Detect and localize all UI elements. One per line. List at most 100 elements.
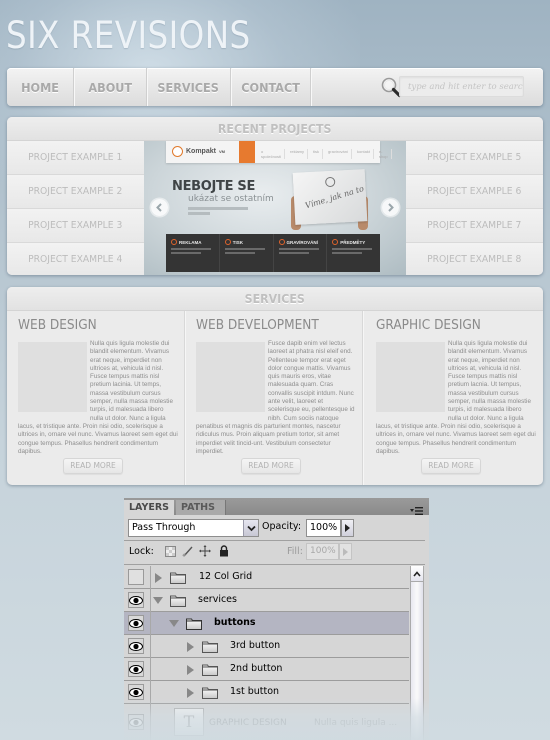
layer-row[interactable]: 2nd button	[124, 658, 409, 681]
nav-services[interactable]: SERVICES	[147, 68, 231, 106]
project-link[interactable]: PROJECT EXAMPLE 2	[7, 175, 144, 209]
column-divider	[150, 589, 151, 612]
lock-all-icon[interactable]	[218, 545, 230, 557]
triangle-right-icon	[345, 524, 350, 532]
service-description: Fusce dapib enim vel lectus laoreet at p…	[196, 340, 355, 455]
lock-move-icon[interactable]	[199, 545, 211, 557]
lock-paint-icon[interactable]	[182, 545, 194, 557]
read-more-button[interactable]: READ MORE	[63, 458, 123, 474]
column-divider	[150, 681, 151, 704]
project-link[interactable]: PROJECT EXAMPLE 5	[406, 141, 543, 175]
slide-feature: GRAVÍROVÁNÍ	[274, 234, 328, 272]
feature-icon	[171, 239, 177, 245]
layer-row-selected[interactable]: buttons	[124, 612, 409, 635]
column-divider	[150, 658, 151, 681]
project-link[interactable]: PROJECT EXAMPLE 1	[7, 141, 144, 175]
eye-icon[interactable]	[128, 661, 144, 677]
divider	[124, 540, 425, 541]
slider-next-button[interactable]	[382, 199, 399, 216]
layer-name: 2nd button	[230, 663, 283, 674]
layer-row[interactable]: T GRAPHIC DESIGN Nulla quis ligula ...	[124, 704, 409, 740]
project-list-left: PROJECT EXAMPLE 1 PROJECT EXAMPLE 2 PROJ…	[7, 141, 144, 275]
project-link[interactable]: PROJECT EXAMPLE 6	[406, 175, 543, 209]
layer-row[interactable]: 1st button	[124, 681, 409, 704]
chevron-down-icon	[243, 520, 258, 536]
layer-row[interactable]: services	[124, 589, 409, 612]
expand-triangle-icon[interactable]	[187, 642, 194, 652]
layer-name: 12 Col Grid	[199, 571, 253, 582]
collapse-triangle-icon[interactable]	[153, 597, 163, 604]
eye-icon[interactable]	[128, 592, 144, 608]
nav-contact[interactable]: CONTACT	[231, 68, 311, 106]
slide-subheadline: ukázat se ostatním	[188, 194, 274, 204]
eye-icon[interactable]	[128, 684, 144, 700]
layer-row[interactable]: 3rd button	[124, 635, 409, 658]
tab-layers[interactable]: LAYERS	[124, 500, 174, 515]
service-title: GRAPHIC DESIGN	[376, 317, 481, 333]
column-divider	[150, 635, 151, 658]
fill-label: Fill:	[287, 546, 303, 557]
folder-icon	[202, 687, 218, 699]
layer-text-preview: Nulla quis ligula ...	[314, 718, 398, 728]
project-link[interactable]: PROJECT EXAMPLE 3	[7, 209, 144, 243]
panel-menu-icon[interactable]	[410, 501, 424, 515]
fill-slider-button[interactable]	[339, 543, 352, 560]
project-link[interactable]: PROJECT EXAMPLE 7	[406, 209, 543, 243]
folder-icon	[202, 641, 218, 653]
opacity-slider-button[interactable]	[341, 519, 354, 537]
eye-icon[interactable]	[128, 714, 144, 730]
main-nav: HOME ABOUT SERVICES CONTACT	[7, 68, 543, 106]
opacity-input[interactable]: 100%	[306, 519, 341, 537]
opacity-label: Opacity:	[262, 521, 302, 532]
project-link[interactable]: PROJECT EXAMPLE 8	[406, 243, 543, 275]
read-more-button[interactable]: READ MORE	[421, 458, 481, 474]
service-description: Nulla quis ligula molestie dui blandit e…	[18, 340, 178, 455]
eye-icon[interactable]	[128, 615, 144, 631]
lock-label: Lock:	[129, 546, 154, 557]
folder-icon	[202, 664, 218, 676]
search-input[interactable]	[399, 76, 524, 97]
layer-row[interactable]: 12 Col Grid	[124, 566, 409, 589]
nav-about[interactable]: ABOUT	[74, 68, 147, 106]
collapse-triangle-icon[interactable]	[169, 620, 179, 627]
services-heading: SERVICES	[7, 287, 543, 311]
scroll-up-button[interactable]	[411, 566, 423, 582]
expand-triangle-icon[interactable]	[187, 688, 194, 698]
column-divider	[150, 704, 151, 740]
layer-name: buttons	[214, 617, 256, 628]
expand-triangle-icon[interactable]	[187, 665, 194, 675]
read-more-button[interactable]: READ MORE	[241, 458, 301, 474]
slider-prev-button[interactable]	[151, 199, 168, 216]
layers-panel: LAYERS PATHS Pass Through Opacity: 100% …	[124, 498, 429, 740]
nav-home[interactable]: HOME	[7, 68, 74, 106]
project-link[interactable]: PROJECT EXAMPLE 4	[7, 243, 144, 275]
tab-paths[interactable]: PATHS	[176, 500, 226, 515]
slide-logo: Kompakt VM	[172, 146, 225, 157]
slide-menu: o společnosti reklamy tisk gravírování k…	[258, 149, 392, 159]
service-graphic-design: GRAPHIC DESIGN Nulla quis ligula molesti…	[365, 311, 543, 485]
chevron-up-icon	[413, 570, 421, 577]
eye-icon[interactable]	[128, 638, 144, 654]
fill-input[interactable]: 100%	[306, 543, 339, 560]
layer-name: services	[198, 594, 237, 605]
column-divider	[150, 612, 151, 635]
service-description: Nulla quis ligula molestie dui blandit e…	[376, 340, 536, 455]
blend-mode-select[interactable]: Pass Through	[128, 519, 259, 537]
layer-name: 1st button	[230, 686, 280, 697]
slide-headline: NEBOJTE SE	[172, 179, 256, 194]
slide-copy-line	[188, 212, 210, 215]
lock-transparent-icon[interactable]	[164, 545, 176, 557]
slide-menu-active	[239, 141, 255, 163]
folder-icon	[186, 618, 202, 630]
layers-scrollbar[interactable]	[410, 566, 424, 740]
expand-triangle-icon[interactable]	[155, 573, 162, 583]
service-title: WEB DESIGN	[18, 317, 97, 333]
slide-feature: TISK	[220, 234, 274, 272]
visibility-toggle[interactable]	[128, 569, 144, 585]
slide-features: REKLAMA TISK GRAVÍROVÁNÍ PŘEDMĚTY	[166, 234, 380, 272]
service-web-design: WEB DESIGN Nulla quis ligula molestie du…	[7, 311, 185, 485]
panel-tabs: LAYERS PATHS	[124, 498, 429, 515]
feature-icon	[278, 239, 285, 245]
feature-icon	[224, 239, 231, 245]
slide-feature: REKLAMA	[166, 234, 220, 272]
